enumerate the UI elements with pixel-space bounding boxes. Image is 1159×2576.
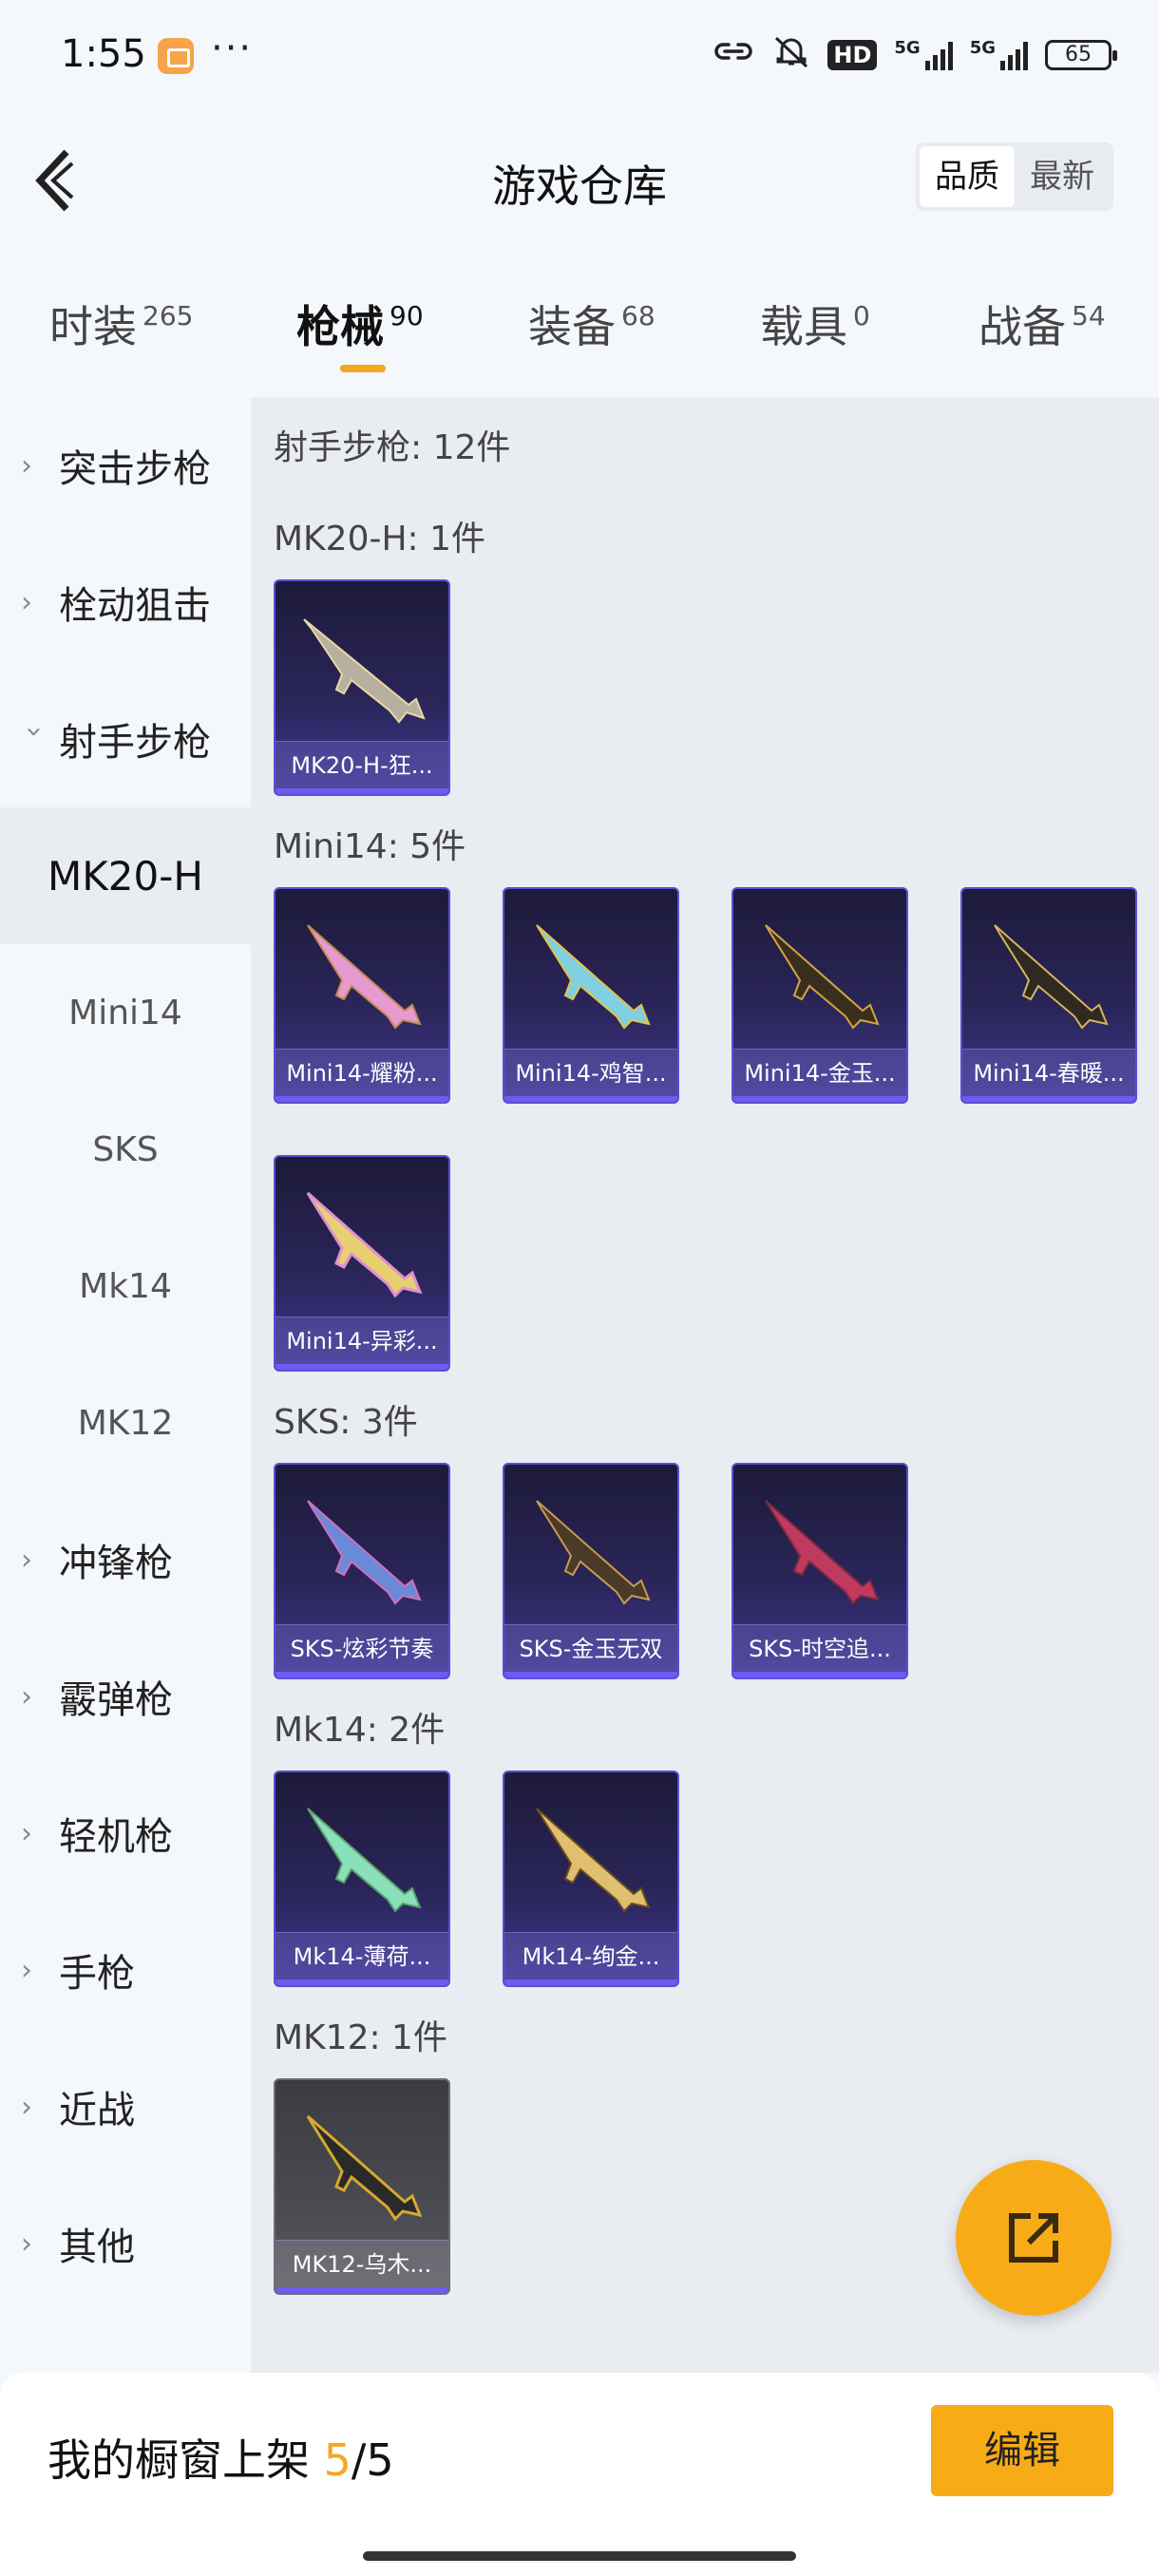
section-title-mk20h: MK20-H: 1件 — [274, 520, 486, 559]
gun-icon — [303, 618, 426, 724]
section-title-mini14: Mini14: 5件 — [274, 827, 466, 866]
bottom-bar: 我的橱窗上架 5/5 编辑 — [0, 2373, 1159, 2576]
gun-icon — [765, 1500, 880, 1605]
home-indicator[interactable] — [363, 2551, 796, 2561]
sidebar-sub-mk12[interactable]: MK12 — [0, 1354, 251, 1491]
chevron-right-icon: › — [21, 2226, 32, 2261]
chevron-right-icon: › — [21, 1816, 32, 1850]
gun-icon — [765, 924, 880, 1030]
edit-button[interactable]: 编辑 — [931, 2405, 1113, 2496]
item-card[interactable]: Mini14-金玉... — [732, 887, 908, 1104]
item-card[interactable]: MK20-H-狂... — [274, 579, 450, 796]
chevron-down-icon: › — [17, 726, 51, 737]
chevron-right-icon: › — [21, 1543, 32, 1577]
item-card[interactable]: Mk14-绚金... — [503, 1771, 679, 1987]
app-notification-icon — [158, 38, 194, 74]
link-icon — [712, 37, 755, 73]
gun-icon — [307, 924, 422, 1030]
signal-1-icon: 5G — [894, 40, 953, 70]
share-external-icon — [1009, 2213, 1058, 2263]
share-button[interactable] — [956, 2160, 1112, 2316]
status-time: 1:55 — [61, 32, 146, 76]
status-bar: 1:55 ··· HD 5G 5G 65 — [0, 0, 1159, 104]
hd-badge: HD — [827, 40, 878, 70]
mute-icon — [772, 34, 810, 76]
chevron-right-icon: › — [21, 1953, 32, 1987]
sidebar-sub-mk14[interactable]: Mk14 — [0, 1218, 251, 1354]
sidebar-item-lmg[interactable]: › 轻机枪 — [0, 1765, 251, 1902]
tab-costume[interactable]: 时装 265 — [49, 293, 193, 355]
section-title-sks: SKS: 3件 — [274, 1403, 418, 1442]
item-card[interactable]: Mini14-异彩... — [274, 1155, 450, 1372]
chevron-right-icon: › — [21, 1679, 32, 1714]
tab-vehicles[interactable]: 载具 0 — [760, 293, 870, 355]
item-card[interactable]: SKS-炫彩节奏 — [274, 1463, 450, 1679]
item-card[interactable]: Mk14-薄荷... — [274, 1771, 450, 1987]
tab-gear[interactable]: 战备 54 — [978, 293, 1106, 355]
gun-icon — [306, 1191, 423, 1298]
shelf-status: 我的橱窗上架 5/5 — [48, 2434, 394, 2486]
tab-guns[interactable]: 枪械 90 — [296, 293, 424, 355]
header: 游戏仓库 品质 最新 — [0, 104, 1159, 247]
chevron-right-icon: › — [21, 448, 32, 483]
sort-toggle: 品质 最新 — [916, 142, 1113, 211]
gun-icon — [536, 1500, 651, 1605]
active-tab-indicator — [340, 365, 386, 372]
gun-icon — [306, 2114, 423, 2222]
tab-equipment[interactable]: 装备 68 — [528, 293, 656, 355]
sidebar-item-other[interactable]: › 其他 — [0, 2175, 251, 2312]
sidebar-sub-sks[interactable]: SKS — [0, 1081, 251, 1218]
sort-newest-button[interactable]: 最新 — [1015, 146, 1110, 207]
item-card[interactable]: Mini14-耀粉... — [274, 887, 450, 1104]
sidebar-item-melee[interactable]: › 近战 — [0, 2038, 251, 2175]
item-card[interactable]: SKS-时空追... — [732, 1463, 908, 1679]
sidebar-sub-mini14[interactable]: Mini14 — [0, 944, 251, 1081]
gun-icon — [536, 1808, 651, 1913]
section-title-mk14: Mk14: 2件 — [274, 1711, 446, 1750]
item-card[interactable]: Mini14-春暖... — [960, 887, 1137, 1104]
sidebar-item-assault-rifle[interactable]: › 突击步枪 — [0, 397, 251, 534]
gun-icon — [536, 924, 651, 1030]
section-title-mk12: MK12: 1件 — [274, 2018, 447, 2057]
more-notifications-icon: ··· — [211, 27, 254, 70]
chevron-right-icon: › — [21, 585, 32, 619]
gun-icon — [307, 1500, 422, 1605]
sort-quality-button[interactable]: 品质 — [920, 146, 1015, 207]
sidebar-item-pistol[interactable]: › 手枪 — [0, 1902, 251, 2038]
item-card[interactable]: Mini14-鸡智... — [503, 887, 679, 1104]
item-grid: 射手步枪: 12件 MK20-H: 1件 MK20-H-狂... Mini14:… — [251, 397, 1159, 2373]
item-card[interactable]: MK12-乌木... — [274, 2078, 450, 2295]
group-title: 射手步枪: 12件 — [274, 428, 511, 467]
sidebar-sub-mk20h[interactable]: MK20-H — [0, 807, 251, 944]
sidebar: › 突击步枪 › 栓动狙击 › 射手步枪 MK20-H Mini14 SKS Mk14… — [0, 397, 251, 2373]
sidebar-item-marksman-rifle[interactable]: › 射手步枪 — [0, 671, 251, 807]
sidebar-item-bolt-sniper[interactable]: › 栓动狙击 — [0, 534, 251, 671]
gun-icon — [994, 924, 1109, 1030]
status-icons: HD 5G 5G 65 — [712, 34, 1117, 76]
category-tabs: 时装 265 枪械 90 装备 68 载具 0 战备 54 — [0, 275, 1159, 380]
item-card[interactable]: SKS-金玉无双 — [503, 1463, 679, 1679]
sidebar-item-smg[interactable]: › 冲锋枪 — [0, 1491, 251, 1628]
chevron-right-icon: › — [21, 2090, 32, 2124]
sidebar-item-shotgun[interactable]: › 霰弹枪 — [0, 1628, 251, 1765]
battery-icon: 65 — [1045, 40, 1117, 70]
gun-icon — [307, 1808, 422, 1913]
signal-2-icon: 5G — [970, 40, 1028, 70]
